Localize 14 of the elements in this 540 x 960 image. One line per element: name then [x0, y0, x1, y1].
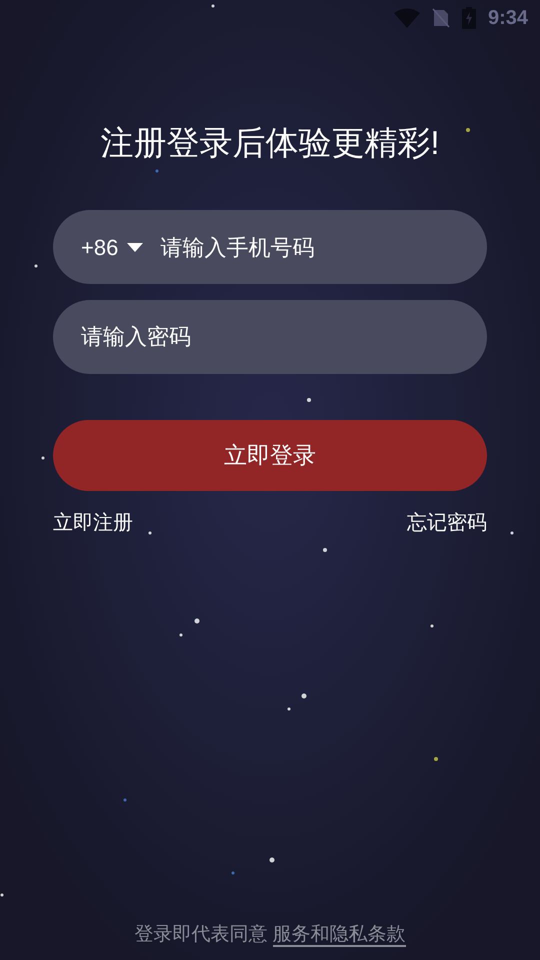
dropdown-caret-icon[interactable]	[127, 242, 144, 252]
agreement-text: 登录即代表同意 服务和隐私条款	[134, 923, 406, 948]
register-link[interactable]: 立即注册	[53, 507, 133, 539]
status-time: 9:34	[488, 6, 528, 31]
terms-link[interactable]: 服务和隐私条款	[272, 924, 406, 947]
page-title: 注册登录后体验更精彩!	[99, 123, 441, 163]
battery-icon	[462, 7, 476, 29]
password-field[interactable]: 请输入密码	[53, 300, 487, 374]
wifi-icon	[394, 8, 420, 28]
no-sim-icon	[432, 8, 450, 28]
forgot-password-link[interactable]: 忘记密码	[407, 507, 487, 539]
login-button[interactable]: 立即登录	[53, 420, 487, 491]
country-code[interactable]: +86	[81, 230, 118, 264]
phone-field[interactable]: +86 请输入手机号码	[53, 210, 487, 284]
